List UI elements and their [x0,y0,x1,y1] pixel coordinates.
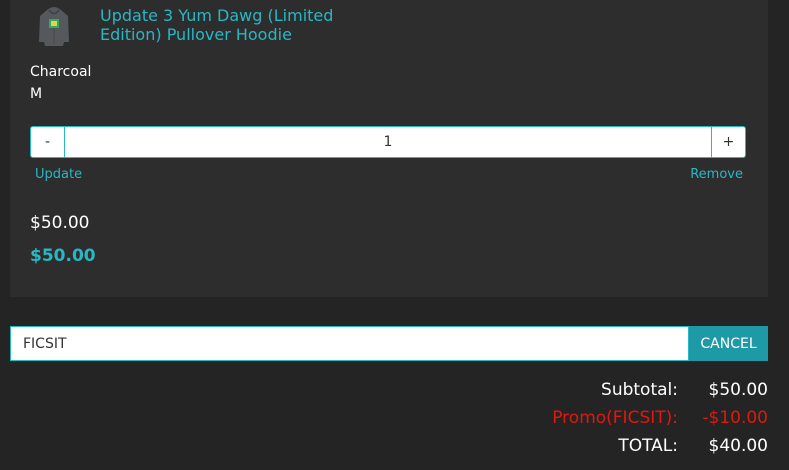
quantity-stepper: - 1 + [30,126,746,158]
quantity-value[interactable]: 1 [65,127,711,157]
variant-size: M [30,86,43,102]
line-total-price: $50.00 [30,246,96,266]
product-name-link[interactable]: Update 3 Yum Dawg (Limited Edition) Pull… [100,6,350,44]
total-label: TOTAL: [618,436,678,456]
promo-discount-value: -$10.00 [702,408,768,428]
subtotal-label: Subtotal: [601,380,678,400]
unit-price: $50.00 [30,213,90,233]
promo-discount-label: Promo(FICSIT): [552,408,678,428]
total-row: TOTAL: $40.00 [552,432,768,460]
order-totals: Subtotal: $50.00 Promo(FICSIT): -$10.00 … [552,376,768,460]
promo-discount-row: Promo(FICSIT): -$10.00 [552,404,768,432]
subtotal-row: Subtotal: $50.00 [552,376,768,404]
remove-link[interactable]: Remove [690,167,743,182]
cancel-promo-button[interactable]: CANCEL [689,326,768,361]
variant-color: Charcoal [30,64,92,80]
promo-code-row: CANCEL [10,326,768,361]
update-link[interactable]: Update [35,167,82,182]
hoodie-thumbnail[interactable] [38,4,70,48]
total-value: $40.00 [708,436,768,456]
decrease-quantity-button[interactable]: - [31,127,65,157]
cart-item-card: Update 3 Yum Dawg (Limited Edition) Pull… [10,0,768,297]
promo-code-input[interactable] [10,326,689,361]
increase-quantity-button[interactable]: + [711,127,745,157]
subtotal-value: $50.00 [708,380,768,400]
